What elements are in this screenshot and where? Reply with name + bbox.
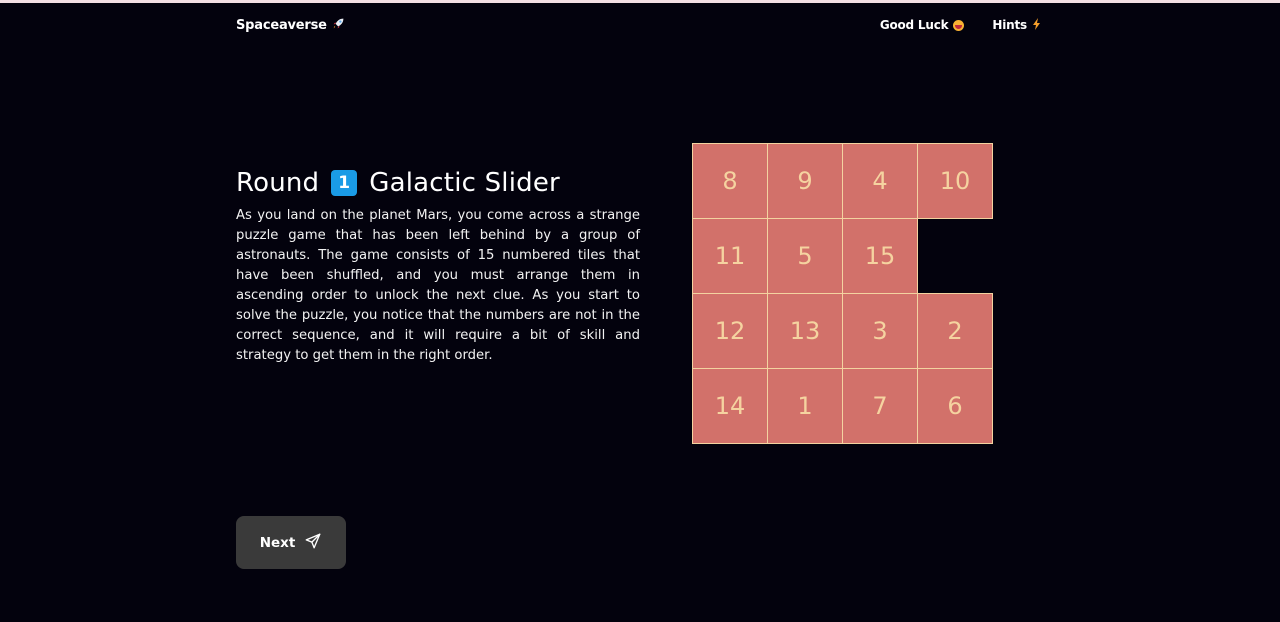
puzzle-tile[interactable]: 13 — [767, 293, 843, 369]
top-accent-strip — [0, 0, 1280, 3]
puzzle-tile[interactable]: 5 — [767, 218, 843, 294]
navbar: Spaceaverse Good Luck Hints — [236, 16, 1041, 34]
lightning-icon — [1032, 17, 1041, 33]
puzzle-tile[interactable]: 1 — [767, 368, 843, 444]
brand-label: Spaceaverse — [236, 17, 327, 33]
nav-link-label: Hints — [992, 18, 1027, 32]
puzzle-tile[interactable]: 2 — [917, 293, 993, 369]
round-description: As you land on the planet Mars, you come… — [236, 208, 640, 363]
round-prefix: Round — [236, 168, 320, 198]
send-icon — [304, 532, 322, 554]
round-heading: Round 1 Galactic Slider — [236, 168, 560, 198]
puzzle-tile[interactable]: 8 — [692, 143, 768, 219]
round-title: Galactic Slider — [369, 168, 560, 198]
puzzle-tile[interactable]: 3 — [842, 293, 918, 369]
puzzle-tile[interactable]: 11 — [692, 218, 768, 294]
rocket-icon — [332, 17, 345, 34]
nav-link-label: Good Luck — [879, 18, 949, 32]
nav-link-good-luck[interactable]: Good Luck — [880, 18, 965, 32]
puzzle-tile[interactable]: 12 — [692, 293, 768, 369]
puzzle-board: 8 9 4 10 11 5 15 12 13 3 2 14 1 7 6 — [692, 143, 993, 444]
puzzle-tile[interactable]: 6 — [917, 368, 993, 444]
puzzle-tile[interactable]: 14 — [692, 368, 768, 444]
next-button-label: Next — [259, 534, 296, 551]
nav-links: Good Luck Hints — [880, 17, 1041, 33]
puzzle-tile[interactable]: 9 — [767, 143, 843, 219]
next-button[interactable]: Next — [236, 516, 346, 569]
puzzle-tile[interactable]: 4 — [842, 143, 918, 219]
round-number-badge: 1 — [331, 170, 358, 196]
puzzle-tile[interactable]: 10 — [917, 143, 993, 219]
nav-link-hints[interactable]: Hints — [992, 17, 1041, 33]
puzzle-tile[interactable]: 15 — [842, 218, 918, 294]
grinning-face-icon — [953, 19, 965, 31]
puzzle-tile[interactable]: 7 — [842, 368, 918, 444]
brand[interactable]: Spaceaverse — [236, 17, 345, 34]
